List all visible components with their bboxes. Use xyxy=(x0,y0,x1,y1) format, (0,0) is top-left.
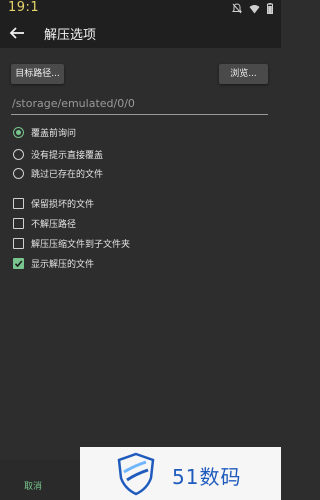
checkbox-no-paths[interactable]: 不解压路径 xyxy=(13,216,76,230)
checkbox-box xyxy=(13,217,24,229)
checkbox-extract-to-subfolder[interactable]: 解压压缩文件到子文件夹 xyxy=(13,236,130,250)
checkbox-label: 不解压路径 xyxy=(31,219,77,230)
checkbox-label: 显示解压的文件 xyxy=(31,259,95,270)
status-bar: 19:1 xyxy=(0,0,281,18)
status-icons xyxy=(232,3,273,14)
radio-label: 跳过已存在的文件 xyxy=(31,169,104,180)
checkbox-keep-broken-files[interactable]: 保留损坏的文件 xyxy=(13,196,94,210)
page-title: 解压选项 xyxy=(44,28,97,43)
watermark: 51数码 xyxy=(80,447,281,500)
radio-indicator xyxy=(13,167,24,179)
checkbox-show-extracted-files[interactable]: 显示解压的文件 xyxy=(13,256,94,270)
wifi-icon xyxy=(249,4,260,13)
checkbox-box xyxy=(13,237,24,249)
app-toolbar: 解压选项 xyxy=(0,18,281,48)
path-input[interactable]: /storage/emulated/0/0 xyxy=(11,96,268,115)
battery-icon xyxy=(267,3,273,14)
watermark-text: 51数码 xyxy=(172,465,242,489)
checkbox-label: 保留损坏的文件 xyxy=(31,199,95,210)
path-input-value: /storage/emulated/0/0 xyxy=(12,97,135,110)
radio-label: 没有提示直接覆盖 xyxy=(31,150,104,161)
checkmark-icon xyxy=(14,259,23,267)
radio-selected-indicator xyxy=(13,126,24,138)
checkbox-box xyxy=(13,197,24,209)
radio-label: 覆盖前询问 xyxy=(31,128,77,139)
target-path-button[interactable]: 目标路径... xyxy=(11,64,64,84)
checkbox-label: 解压压缩文件到子文件夹 xyxy=(31,239,131,250)
status-time: 19:1 xyxy=(8,0,40,15)
cancel-button[interactable]: 取消 xyxy=(24,479,42,492)
checkbox-checked-box xyxy=(13,257,24,269)
radio-indicator xyxy=(13,148,24,160)
shield-logo-icon xyxy=(117,452,155,496)
radio-overwrite-without-prompt[interactable]: 没有提示直接覆盖 xyxy=(13,147,103,161)
radio-skip-existing[interactable]: 跳过已存在的文件 xyxy=(13,166,103,180)
browse-button[interactable]: 浏览... xyxy=(219,64,268,84)
mute-bell-icon xyxy=(232,3,242,14)
back-arrow-icon[interactable] xyxy=(8,24,28,42)
radio-ask-before-overwrite[interactable]: 覆盖前询问 xyxy=(13,125,76,139)
